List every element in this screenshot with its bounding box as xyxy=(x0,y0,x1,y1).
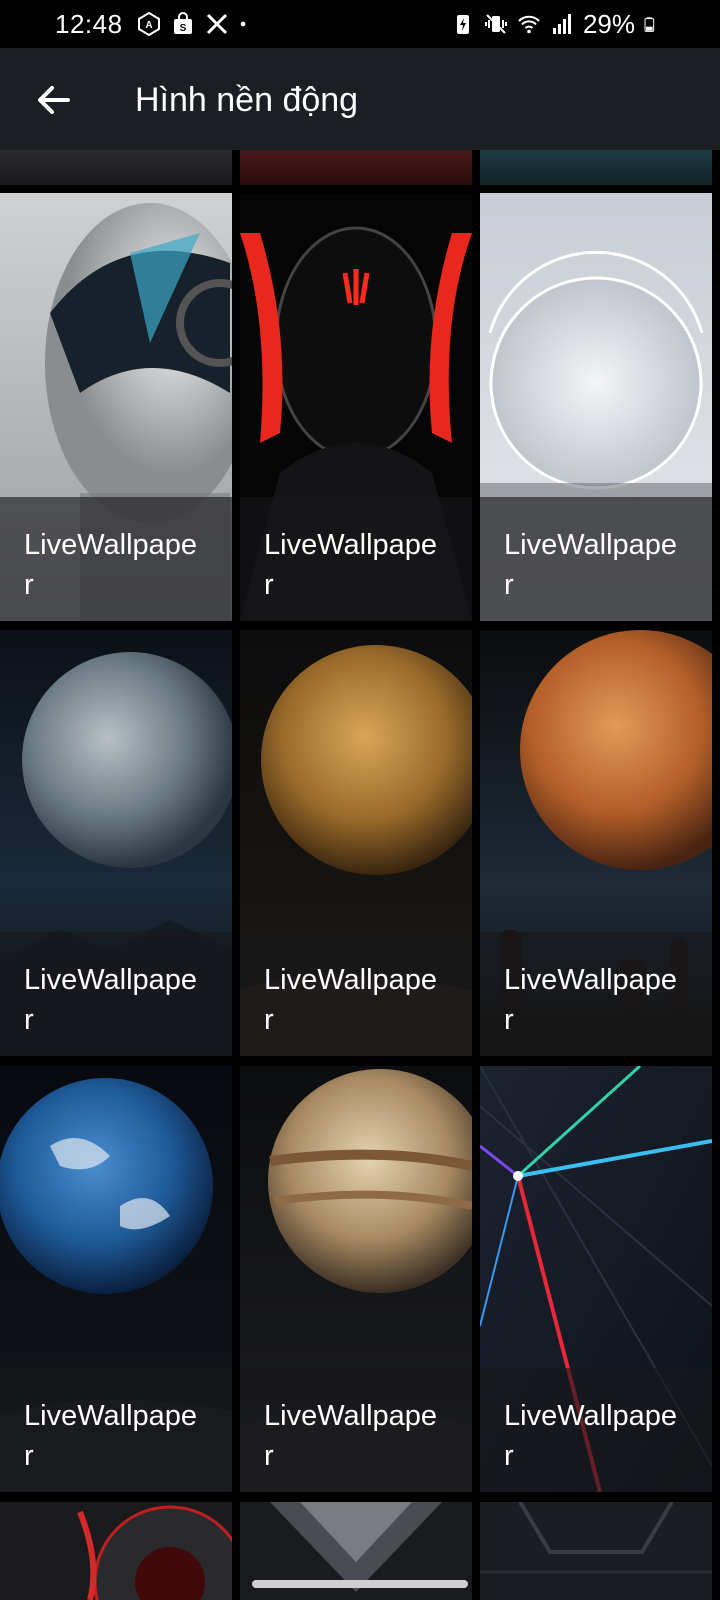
wifi-icon xyxy=(518,15,540,34)
signal-icon xyxy=(552,14,571,34)
page-title: Hình nền động xyxy=(135,81,359,119)
battery-percent: 29% xyxy=(582,8,635,39)
tile-caption: LiveWallpaper xyxy=(480,1368,712,1492)
wallpaper-tile[interactable]: LiveWallpaper xyxy=(0,1066,232,1492)
wallpaper-tile[interactable]: LiveWallpaper xyxy=(0,193,232,621)
wallpaper-tile-partial[interactable] xyxy=(0,150,232,185)
wallpaper-tile-partial[interactable] xyxy=(480,150,712,185)
tile-label: LiveWallpaper xyxy=(264,964,438,1036)
wallpaper-grid: LiveWallpaper LiveWallpaper LiveWallpape… xyxy=(0,150,720,1600)
tile-label: LiveWallpaper xyxy=(24,964,198,1036)
wallpaper-tile[interactable]: LiveWallpaper xyxy=(0,630,232,1056)
tile-caption: LiveWallpaper xyxy=(240,1368,472,1492)
wallpaper-tile[interactable]: LiveWallpaper xyxy=(240,1066,472,1492)
status-right: 29% xyxy=(451,0,660,48)
battery-icon xyxy=(644,17,655,32)
app-bar: Hình nền động xyxy=(0,48,720,150)
wallpaper-tile[interactable]: LiveWallpaper xyxy=(240,630,472,1056)
tile-label: LiveWallpaper xyxy=(24,1400,198,1472)
tile-caption: LiveWallpaper xyxy=(240,932,472,1056)
svg-text:A: A xyxy=(145,20,152,31)
arrow-back-icon[interactable] xyxy=(32,78,76,122)
wallpaper-tile[interactable]: LiveWallpaper xyxy=(480,630,712,1056)
tile-caption: LiveWallpaper xyxy=(480,497,712,621)
red-fan-art xyxy=(0,1502,232,1600)
wallpaper-tile[interactable]: LiveWallpaper xyxy=(480,193,712,621)
tile-caption: LiveWallpaper xyxy=(240,497,472,621)
tile-label: LiveWallpaper xyxy=(504,529,678,601)
status-bar: 12:48 A S 29% xyxy=(0,0,720,48)
tile-caption: LiveWallpaper xyxy=(0,497,232,621)
a-badge-icon: A xyxy=(137,12,160,36)
wallpaper-tile[interactable]: LiveWallpaper xyxy=(480,1066,712,1492)
tile-label: LiveWallpaper xyxy=(504,1400,678,1472)
shopping-bag-icon: S xyxy=(173,12,192,34)
x-logo-icon xyxy=(206,13,227,35)
status-left: 12:48 A S xyxy=(55,0,253,48)
gesture-handle[interactable] xyxy=(252,1580,468,1588)
wallpaper-tile-partial[interactable] xyxy=(480,1502,712,1600)
wallpaper-tile-partial[interactable] xyxy=(0,1502,232,1600)
wallpaper-tile[interactable]: LiveWallpaper xyxy=(240,193,472,621)
tile-label: LiveWallpaper xyxy=(504,964,678,1036)
battery-saver-icon xyxy=(456,15,469,34)
dot-icon xyxy=(240,21,245,27)
tile-caption: LiveWallpaper xyxy=(0,1368,232,1492)
vibrate-icon xyxy=(484,14,507,34)
tile-label: LiveWallpaper xyxy=(264,529,438,601)
tile-caption: LiveWallpaper xyxy=(0,932,232,1056)
tile-label: LiveWallpaper xyxy=(24,529,198,601)
wallpaper-tile-partial[interactable] xyxy=(240,150,472,185)
svg-text:S: S xyxy=(179,23,186,34)
tile-caption: LiveWallpaper xyxy=(480,932,712,1056)
tile-label: LiveWallpaper xyxy=(264,1400,438,1472)
status-time: 12:48 xyxy=(55,8,123,39)
dark-panel-art xyxy=(480,1502,712,1600)
